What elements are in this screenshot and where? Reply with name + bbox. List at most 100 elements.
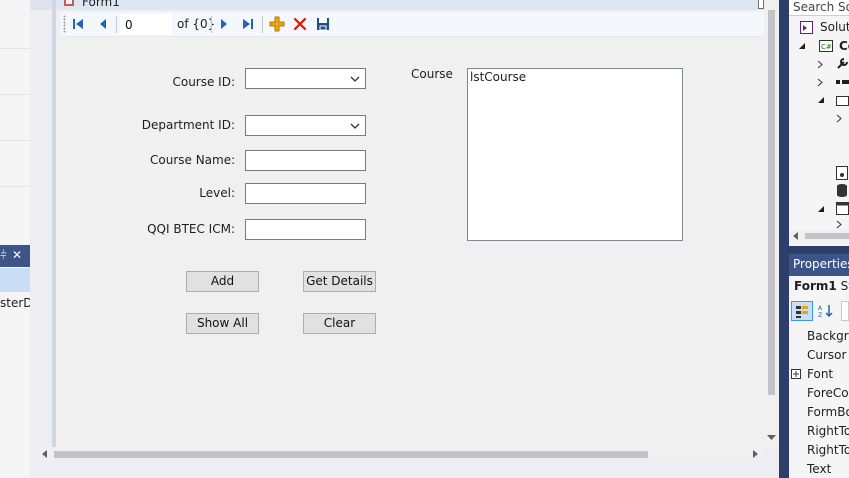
left-dock-pane xyxy=(0,0,30,478)
vertical-scroll-thumb[interactable] xyxy=(768,10,775,395)
course-id-label: Course ID: xyxy=(172,75,235,89)
property-row[interactable]: RightTol xyxy=(789,422,849,441)
form-icon xyxy=(64,0,74,6)
close-icon[interactable]: ✕ xyxy=(12,248,22,262)
expanded-arrow-icon xyxy=(818,206,824,212)
toolbar-grip[interactable] xyxy=(63,15,66,33)
tree-row-folder[interactable] xyxy=(789,91,849,109)
config-file-icon xyxy=(836,166,848,180)
form-titlebar xyxy=(56,0,764,10)
tree-row-properties[interactable] xyxy=(789,55,849,73)
course-name-field[interactable] xyxy=(245,150,366,171)
scroll-left-arrow-icon[interactable] xyxy=(40,449,50,459)
department-id-label: Department ID: xyxy=(141,118,235,132)
svg-text:A: A xyxy=(818,305,823,312)
folder-icon xyxy=(836,96,849,106)
move-last-icon xyxy=(243,19,253,29)
show-all-button[interactable]: Show All xyxy=(186,313,259,334)
move-first-icon xyxy=(73,19,83,29)
move-first-button[interactable] xyxy=(69,15,87,33)
sort-alphabetical-icon: A Z xyxy=(818,305,833,318)
add-new-button[interactable] xyxy=(268,15,286,33)
collapsed-arrow-icon xyxy=(817,60,823,69)
expanded-arrow-icon xyxy=(799,43,805,49)
project-label: Co xyxy=(839,39,849,53)
scroll-down-arrow-icon[interactable] xyxy=(765,432,778,442)
qqi-label: QQI BTEC ICM: xyxy=(147,222,235,236)
move-previous-button[interactable] xyxy=(94,15,112,33)
designer-bottom xyxy=(38,461,779,478)
references-icon xyxy=(836,80,849,84)
add-button[interactable]: Add xyxy=(186,271,259,292)
collapsed-arrow-icon xyxy=(836,114,842,123)
level-label: Level: xyxy=(199,186,235,200)
property-row[interactable]: RightTol xyxy=(789,441,849,460)
clear-button[interactable]: Clear xyxy=(303,313,376,334)
move-next-icon xyxy=(221,19,227,29)
chevron-down-icon xyxy=(350,123,360,129)
svg-text:Z: Z xyxy=(818,312,822,318)
horizontal-scroll-thumb[interactable] xyxy=(54,451,648,458)
get-details-button[interactable]: Get Details xyxy=(303,271,376,292)
properties-extra-button[interactable] xyxy=(841,301,849,321)
save-icon xyxy=(317,18,329,31)
properties-header: Properties xyxy=(789,254,849,276)
form-title: Form1 xyxy=(82,0,120,9)
add-icon xyxy=(269,16,285,32)
categorized-button[interactable] xyxy=(791,301,813,321)
collapsed-arrow-icon xyxy=(817,78,823,87)
course-listbox[interactable]: lstCourse xyxy=(467,68,683,241)
scroll-right-arrow-icon[interactable] xyxy=(750,449,760,459)
qqi-field[interactable] xyxy=(245,219,366,240)
form-file-icon xyxy=(836,202,849,215)
solution-scroll-thumb[interactable] xyxy=(805,233,849,239)
course-id-combo[interactable] xyxy=(245,68,366,89)
chevron-down-icon xyxy=(350,76,360,82)
save-button[interactable] xyxy=(314,15,332,33)
expanded-arrow-icon xyxy=(818,97,824,103)
alphabetical-button[interactable]: A Z xyxy=(815,301,837,321)
property-row[interactable]: ForeCol xyxy=(789,384,849,403)
property-row[interactable]: Cursor xyxy=(789,346,849,365)
properties-toolbar: A Z xyxy=(789,299,849,323)
tree-row-child[interactable] xyxy=(789,109,849,127)
move-next-button[interactable] xyxy=(215,15,233,33)
object-type: Sys xyxy=(840,279,849,293)
department-id-combo[interactable] xyxy=(245,115,366,136)
solution-search-input[interactable]: Search Solu xyxy=(789,0,849,16)
tree-row-database[interactable] xyxy=(789,182,849,200)
delete-icon xyxy=(293,17,307,31)
left-panel-selected-row[interactable] xyxy=(0,268,30,292)
tree-row-config[interactable] xyxy=(789,164,849,182)
search-placeholder: Search Solu xyxy=(793,0,849,14)
csharp-project-icon: C# xyxy=(819,40,833,52)
tree-row-references[interactable] xyxy=(789,73,849,91)
tree-row-solution[interactable]: Soluti xyxy=(789,18,849,36)
expand-plus-icon[interactable] xyxy=(791,369,801,379)
properties-object-selector[interactable]: Form1 Sys xyxy=(794,279,849,293)
categorized-icon xyxy=(796,306,808,318)
count-label: of {0} xyxy=(177,17,216,31)
properties-title: Properties xyxy=(793,257,849,271)
solution-horizontal-scrollbar[interactable] xyxy=(789,229,849,243)
object-name: Form1 xyxy=(794,279,837,293)
list-item[interactable]: lstCourse xyxy=(470,70,526,84)
move-last-button[interactable] xyxy=(239,15,257,33)
property-row[interactable]: Font xyxy=(789,365,849,384)
property-row[interactable]: Backgro xyxy=(789,327,849,346)
solution-label: Soluti xyxy=(820,20,849,34)
pin-icon[interactable]: ⫩ xyxy=(0,248,7,263)
move-previous-icon xyxy=(100,19,106,29)
delete-button[interactable] xyxy=(291,15,309,33)
property-row[interactable]: FormBo xyxy=(789,403,849,422)
course-list-label: Course xyxy=(411,67,453,81)
database-icon xyxy=(837,184,847,197)
property-row[interactable]: Text xyxy=(789,460,849,478)
scroll-left-arrow-icon[interactable] xyxy=(792,231,800,241)
wrench-icon xyxy=(837,58,848,69)
tree-row-project[interactable]: C# Co xyxy=(789,37,849,55)
pane-divider xyxy=(779,0,789,478)
svg-text:C#: C# xyxy=(821,43,832,51)
position-input[interactable] xyxy=(120,14,172,35)
level-field[interactable] xyxy=(245,183,366,204)
